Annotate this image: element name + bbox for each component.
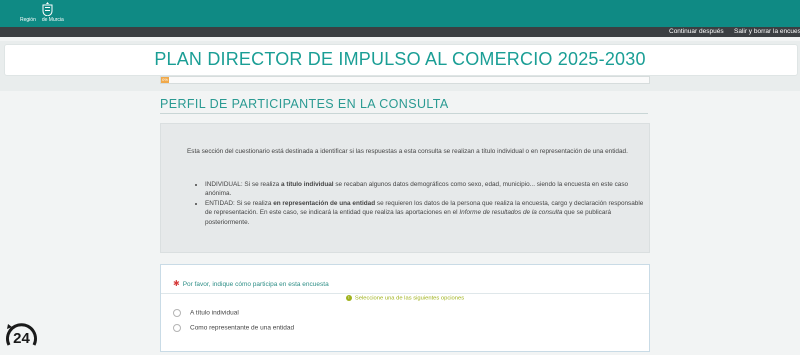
- logo-text: Región de Murcia: [20, 17, 64, 23]
- exit-delete-link[interactable]: Salir y borrar la encuesta: [734, 27, 800, 37]
- continue-later-link[interactable]: Continuar después: [669, 27, 724, 37]
- watermark-24-badge: 24: [6, 323, 37, 347]
- page-title: PLAN DIRECTOR DE IMPULSO AL COMERCIO 202…: [154, 49, 646, 69]
- individual-bullet: INDIVIDUAL: Si se realiza a título indiv…: [205, 180, 645, 199]
- survey-progress-bar: 0%: [160, 76, 650, 84]
- entity-bullet: ENTIDAD: Si se realiza en representación…: [205, 199, 645, 227]
- participation-question: ✱ Por favor, indique cómo participa en es…: [160, 264, 650, 352]
- question-divider: [161, 293, 649, 294]
- option-entity[interactable]: Como representante de una entidad: [173, 324, 294, 332]
- watermark-text: 24: [13, 330, 30, 347]
- coat-of-arms-icon: [42, 2, 53, 16]
- section-intro: Esta sección del cuestionario está desti…: [187, 148, 628, 155]
- option-individual[interactable]: A título individual: [173, 309, 239, 317]
- section-title: PERFIL DE PARTICIPANTES EN LA CONSULTA: [160, 97, 449, 111]
- participation-types-list: INDIVIDUAL: Si se realiza a título indiv…: [195, 180, 645, 227]
- section-description: Esta sección del cuestionario está desti…: [160, 123, 650, 253]
- question-text: ✱ Por favor, indique cómo participa en es…: [173, 279, 329, 288]
- top-nav-bar: Continuar después Salir y borrar la encu…: [0, 27, 800, 37]
- progress-fill: 0%: [161, 77, 169, 83]
- question-help: ! Seleccione una de las siguientes opcion…: [161, 295, 649, 302]
- region-logo[interactable]: Región de Murcia: [20, 2, 72, 25]
- radio-individual[interactable]: [173, 309, 181, 317]
- site-header: Región de Murcia: [0, 0, 800, 27]
- section-divider: [160, 113, 648, 114]
- required-asterisk-icon: ✱: [173, 279, 180, 288]
- info-icon: !: [345, 295, 352, 301]
- radio-entity[interactable]: [173, 324, 181, 332]
